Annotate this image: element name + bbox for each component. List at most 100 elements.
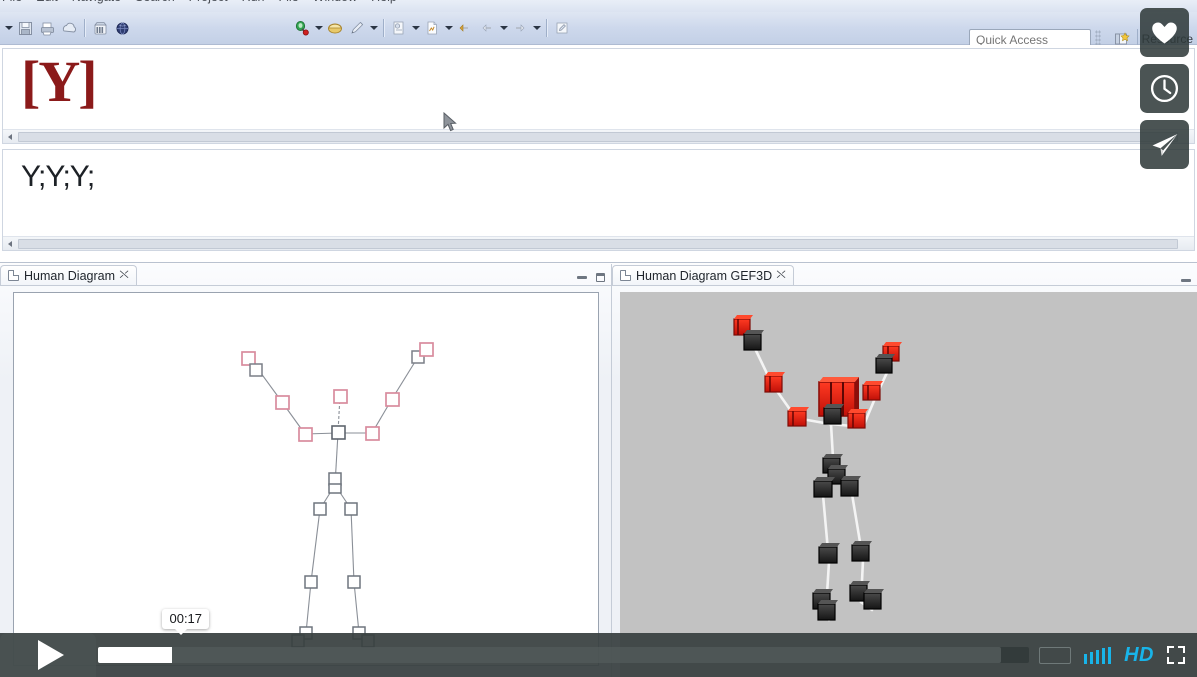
watch-later-button[interactable] [1140, 64, 1189, 113]
editor-bottom-hscrollbar[interactable] [3, 236, 1194, 250]
canvas-human-diagram-3d[interactable] [620, 292, 1197, 677]
share-button[interactable] [1140, 120, 1189, 169]
debug-dropdown[interactable] [313, 18, 324, 38]
volume-level-bars[interactable] [1084, 646, 1112, 664]
menu-item-window[interactable]: Window [313, 0, 357, 4]
editor-pane-top[interactable]: [Y] [2, 48, 1195, 144]
node-hip-right[interactable] [840, 476, 861, 497]
node-knee-right[interactable] [851, 541, 872, 562]
node-foot-left[interactable] [817, 600, 838, 621]
hscroll-thumb-2[interactable] [18, 238, 1178, 249]
back-arrow-icon[interactable] [477, 18, 497, 38]
figure-2d-nodes [241, 342, 434, 648]
tab-human-diagram-gef3d[interactable]: Human Diagram GEF3D ⛌ [612, 265, 795, 285]
arrow-left-icon[interactable] [455, 18, 475, 38]
run-icon[interactable] [325, 18, 345, 38]
node-shoulder-left[interactable] [298, 427, 313, 442]
export-icon[interactable] [59, 18, 79, 38]
back-dropdown[interactable] [498, 18, 509, 38]
menu-item-navigate[interactable]: Navigate [72, 0, 121, 4]
menu-item-edit[interactable]: Edit [36, 0, 58, 4]
node-hip-right[interactable] [344, 502, 358, 516]
node-shoulder-right[interactable] [847, 409, 868, 429]
video-right-controls: HD [1031, 633, 1197, 677]
node-hand-left-outer[interactable] [241, 351, 256, 366]
new-wizard-dropdown[interactable] [3, 18, 14, 38]
play-button[interactable] [0, 633, 96, 677]
triangle-left-icon[interactable] [3, 130, 17, 143]
save-icon[interactable] [15, 18, 35, 38]
toolbar-separator-1 [84, 19, 85, 37]
menu-bar: File Edit Navigate Search Project Run Fi… [0, 0, 1197, 12]
menu-item-run[interactable]: Run [242, 0, 265, 4]
video-progress-area[interactable]: 00:17 [96, 609, 1031, 677]
node-knee-left[interactable] [818, 543, 840, 564]
node-knee-right[interactable] [347, 575, 361, 589]
fullscreen-icon[interactable] [1167, 646, 1185, 664]
node-elbow-right[interactable] [385, 392, 400, 407]
document-dropdown[interactable] [443, 18, 454, 38]
print-icon[interactable] [37, 18, 57, 38]
hd-toggle[interactable]: HD [1124, 644, 1154, 667]
pencil-page-icon[interactable] [552, 18, 572, 38]
tab-human-diagram-label: Human Diagram [24, 268, 116, 283]
eclipse-video-screenshot: File Edit Navigate Search Project Run Fi… [0, 0, 1197, 677]
node-elbow-right[interactable] [862, 381, 883, 401]
triangle-left-icon-2[interactable] [3, 237, 17, 250]
pencil-icon[interactable] [347, 18, 367, 38]
menu-item-project[interactable]: Project [189, 0, 228, 4]
node-shoulder-right[interactable] [365, 426, 380, 441]
toolbar-separator-2 [383, 19, 384, 37]
figure-2d-svg [241, 342, 434, 648]
minimize-icon-2[interactable] [1181, 279, 1191, 282]
like-button[interactable] [1140, 8, 1189, 57]
tab-human-diagram-gef3d-label: Human Diagram GEF3D [636, 268, 773, 283]
node-pelvis-lower[interactable] [328, 483, 342, 494]
forward-dropdown[interactable] [531, 18, 542, 38]
build-icon[interactable] [90, 18, 110, 38]
close-icon[interactable]: ⛌ [119, 270, 128, 281]
node-neck[interactable] [823, 404, 844, 425]
run-dropdown[interactable] [368, 18, 379, 38]
node-head[interactable] [333, 389, 348, 404]
globe-icon[interactable] [112, 18, 132, 38]
node-foot-right[interactable] [863, 589, 884, 610]
node-hand-left-inner[interactable] [249, 363, 263, 377]
video-scrubber-track[interactable]: 00:17 [98, 609, 1030, 663]
debug-icon[interactable] [292, 18, 312, 38]
node-elbow-left[interactable] [764, 372, 785, 393]
node-hip-left[interactable] [813, 477, 835, 498]
node-hip-left[interactable] [313, 502, 327, 516]
node-shoulder-left[interactable] [787, 407, 809, 427]
hscroll-thumb[interactable] [18, 131, 1178, 142]
view-tabbar-2d: Human Diagram ⛌ [0, 264, 611, 286]
volume-icon[interactable] [1039, 646, 1072, 664]
editor-top-snippet: [Y] [21, 49, 98, 114]
view-toolbar-3d [1181, 279, 1191, 282]
menu-item-help[interactable]: Help [371, 0, 397, 4]
node-hand-right-inner[interactable] [875, 354, 895, 374]
canvas-human-diagram-2d[interactable] [13, 292, 599, 666]
node-elbow-left[interactable] [275, 395, 290, 410]
forward-arrow-icon[interactable] [510, 18, 530, 38]
menu-item-search[interactable]: Search [135, 0, 175, 4]
tab-human-diagram[interactable]: Human Diagram ⛌ [0, 265, 138, 285]
video-buffer-bar [98, 647, 1002, 663]
node-pelvis-upper[interactable] [328, 472, 342, 486]
menu-item-file-2[interactable]: File [279, 0, 299, 4]
java-class-icon[interactable] [389, 18, 409, 38]
minimize-icon[interactable] [577, 276, 587, 279]
editor-pane-bottom[interactable]: Y;Y;Y; [2, 149, 1195, 251]
menu-item-file[interactable]: File [2, 0, 22, 4]
maximize-icon[interactable] [596, 273, 605, 282]
node-neck[interactable] [331, 425, 346, 440]
close-icon-2[interactable]: ⛌ [777, 270, 786, 281]
java-class-dropdown[interactable] [410, 18, 421, 38]
node-hand-right-outer[interactable] [419, 342, 434, 357]
node-hand-left-inner[interactable] [743, 330, 764, 351]
editor-top-hscrollbar[interactable] [3, 129, 1194, 143]
view-human-diagram-gef3d: Human Diagram GEF3D ⛌ [612, 264, 1197, 677]
node-knee-left[interactable] [304, 575, 318, 589]
diagram-file-icon-2 [620, 270, 631, 281]
document-icon[interactable] [422, 18, 442, 38]
